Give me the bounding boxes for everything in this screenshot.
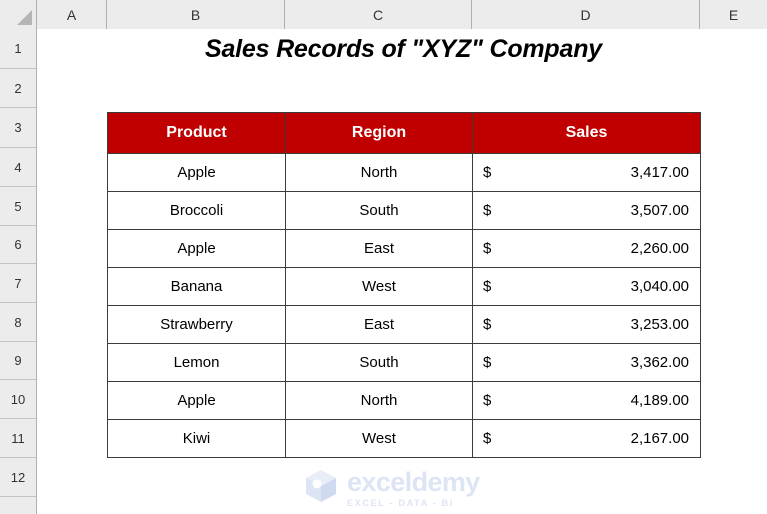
sales-amount: 3,040.00: [630, 278, 689, 295]
currency-symbol: $: [483, 430, 492, 447]
row-header-3[interactable]: 3: [0, 108, 36, 148]
cell-sales[interactable]: $ 4,189.00: [472, 381, 701, 420]
cell-region[interactable]: South: [285, 343, 473, 382]
column-header-product[interactable]: Product: [107, 112, 286, 154]
table-row[interactable]: Kiwi West $ 2,167.00: [107, 419, 701, 458]
cell-product[interactable]: Strawberry: [107, 305, 286, 344]
page-title[interactable]: Sales Records of "XYZ" Company: [107, 30, 700, 68]
row-header-2[interactable]: 2: [0, 69, 36, 108]
column-header-c[interactable]: C: [285, 0, 472, 29]
table-row[interactable]: Apple East $ 2,260.00: [107, 229, 701, 268]
row-header-11[interactable]: 11: [0, 419, 36, 458]
cell-sales[interactable]: $ 2,167.00: [472, 419, 701, 458]
currency-symbol: $: [483, 392, 492, 409]
cell-product[interactable]: Broccoli: [107, 191, 286, 230]
column-header-b[interactable]: B: [107, 0, 285, 29]
cell-sales[interactable]: $ 3,417.00: [472, 153, 701, 192]
cell-sales[interactable]: $ 3,253.00: [472, 305, 701, 344]
exceldemy-watermark: exceldemy EXCEL - DATA - BI: [302, 466, 502, 510]
sales-amount: 3,417.00: [630, 164, 689, 181]
select-all-triangle-icon: [17, 10, 32, 25]
cell-sales[interactable]: $ 3,507.00: [472, 191, 701, 230]
select-all-corner[interactable]: [0, 0, 37, 29]
currency-symbol: $: [483, 240, 492, 257]
row-header-1[interactable]: 1: [0, 29, 36, 69]
cell-sales[interactable]: $ 3,040.00: [472, 267, 701, 306]
worksheet-grid[interactable]: Sales Records of "XYZ" Company Product R…: [37, 29, 767, 514]
cell-product[interactable]: Apple: [107, 153, 286, 192]
currency-symbol: $: [483, 202, 492, 219]
table-row[interactable]: Lemon South $ 3,362.00: [107, 343, 701, 382]
cell-sales[interactable]: $ 2,260.00: [472, 229, 701, 268]
currency-symbol: $: [483, 354, 492, 371]
table-row[interactable]: Strawberry East $ 3,253.00: [107, 305, 701, 344]
column-header-e[interactable]: E: [700, 0, 767, 29]
cell-region[interactable]: North: [285, 381, 473, 420]
table-row[interactable]: Banana West $ 3,040.00: [107, 267, 701, 306]
sales-amount: 3,253.00: [630, 316, 689, 333]
cell-region[interactable]: North: [285, 153, 473, 192]
watermark-brand: exceldemy: [347, 466, 480, 497]
column-header-region[interactable]: Region: [285, 112, 473, 154]
spreadsheet-canvas: Sales Records of "XYZ" Company Product R…: [0, 0, 767, 514]
row-header-7[interactable]: 7: [0, 264, 36, 303]
row-header-6[interactable]: 6: [0, 226, 36, 264]
watermark-tagline: EXCEL - DATA - BI: [347, 497, 455, 508]
row-header-10[interactable]: 10: [0, 380, 36, 419]
sales-amount: 3,507.00: [630, 202, 689, 219]
cell-sales[interactable]: $ 3,362.00: [472, 343, 701, 382]
table-row[interactable]: Apple North $ 4,189.00: [107, 381, 701, 420]
currency-symbol: $: [483, 278, 492, 295]
cell-product[interactable]: Apple: [107, 381, 286, 420]
sales-amount: 3,362.00: [630, 354, 689, 371]
column-header-a[interactable]: A: [37, 0, 107, 29]
row-header-strip: 1 2 3 4 5 6 7 8 9 10 11 12: [0, 29, 37, 514]
row-header-4[interactable]: 4: [0, 148, 36, 187]
table-row[interactable]: Apple North $ 3,417.00: [107, 153, 701, 192]
column-header-d[interactable]: D: [472, 0, 700, 29]
table-header-row: Product Region Sales: [107, 112, 701, 154]
cell-product[interactable]: Lemon: [107, 343, 286, 382]
watermark-text: exceldemy EXCEL - DATA - BI: [347, 466, 480, 508]
cube-logo-icon: [302, 467, 340, 510]
row-header-8[interactable]: 8: [0, 303, 36, 342]
table-body: Apple North $ 3,417.00 Broccoli South $ …: [107, 153, 701, 458]
column-header-sales[interactable]: Sales: [472, 112, 701, 154]
cell-product[interactable]: Apple: [107, 229, 286, 268]
row-header-9[interactable]: 9: [0, 342, 36, 380]
currency-symbol: $: [483, 316, 492, 333]
cell-region[interactable]: West: [285, 419, 473, 458]
cell-region[interactable]: West: [285, 267, 473, 306]
cell-region[interactable]: South: [285, 191, 473, 230]
sales-amount: 4,189.00: [630, 392, 689, 409]
row-header-5[interactable]: 5: [0, 187, 36, 226]
sales-amount: 2,260.00: [630, 240, 689, 257]
cell-product[interactable]: Banana: [107, 267, 286, 306]
sales-amount: 2,167.00: [630, 430, 689, 447]
currency-symbol: $: [483, 164, 492, 181]
row-header-12[interactable]: 12: [0, 458, 36, 497]
column-header-strip: A B C D E: [0, 0, 767, 29]
cell-product[interactable]: Kiwi: [107, 419, 286, 458]
table-row[interactable]: Broccoli South $ 3,507.00: [107, 191, 701, 230]
cell-region[interactable]: East: [285, 229, 473, 268]
sales-records-table: Product Region Sales Apple North $ 3,417…: [107, 112, 701, 458]
cell-region[interactable]: East: [285, 305, 473, 344]
